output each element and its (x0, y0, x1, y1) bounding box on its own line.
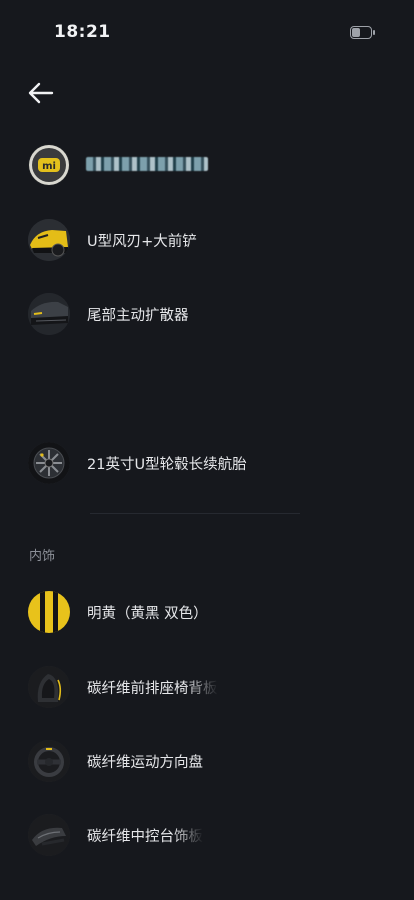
svg-text:mi: mi (42, 161, 56, 172)
rear-diffuser-thumbnail (28, 293, 70, 335)
steering-wheel-thumbnail (28, 740, 70, 782)
arrow-left-icon (28, 82, 54, 104)
option-label: U型风刃+大前铲 (87, 234, 197, 250)
status-bar: 18:21 (0, 0, 414, 66)
center-console-thumbnail (28, 814, 70, 856)
obscured-label-redaction (86, 157, 208, 171)
color-swatch-thumbnail (28, 591, 70, 633)
wheel-thumbnail (28, 442, 70, 484)
battery-level (352, 28, 360, 37)
back-button[interactable] (22, 76, 62, 110)
battery-icon (350, 26, 375, 39)
section-divider (90, 513, 300, 514)
mi-badge-thumbnail: mi (28, 144, 70, 186)
option-label: 21英寸U型轮毂长续航胎 (87, 457, 247, 473)
seat-back-thumbnail (28, 666, 70, 708)
option-label: 碳纤维前排座椅背板 (87, 681, 218, 697)
option-item-rear-diffuser[interactable]: 尾部主动扩散器 (28, 293, 388, 337)
option-label: 尾部主动扩散器 (87, 308, 189, 324)
option-item-mi-badge[interactable]: mi (28, 144, 388, 188)
option-item-carbon-center-console[interactable]: 碳纤维中控台饰板 (28, 814, 388, 858)
option-item-front-aero[interactable]: U型风刃+大前铲 (28, 219, 388, 263)
option-item-interior-color[interactable]: 明黄（黄黑 双色） (28, 591, 388, 635)
option-label: 明黄（黄黑 双色） (87, 606, 208, 622)
front-bumper-thumbnail (28, 219, 70, 261)
section-title-interior: 内饰 (29, 549, 56, 564)
option-label: 碳纤维中控台饰板 (87, 829, 203, 845)
option-item-wheels[interactable]: 21英寸U型轮毂长续航胎 (28, 442, 388, 486)
option-item-carbon-steering-wheel[interactable]: 碳纤维运动方向盘 (28, 740, 388, 784)
status-time: 18:21 (54, 22, 111, 42)
option-label: 碳纤维运动方向盘 (87, 755, 203, 771)
option-item-carbon-seat-back[interactable]: 碳纤维前排座椅背板 (28, 666, 388, 710)
